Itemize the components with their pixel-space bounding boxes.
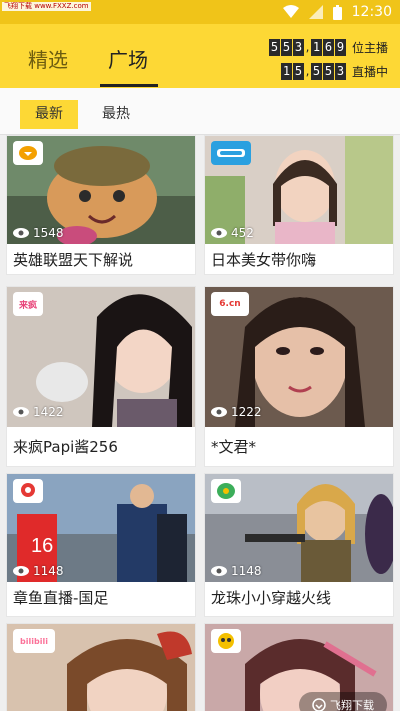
viewer-count: 1222 xyxy=(211,405,262,419)
streamer-count: 553,169 位主播 xyxy=(268,38,388,56)
platform-logo-icon xyxy=(19,146,37,160)
live-count-label: 直播中 xyxy=(351,64,388,79)
viewer-count-value: 1148 xyxy=(33,564,64,578)
platform-logo xyxy=(211,479,241,503)
viewer-count-value: 1148 xyxy=(231,564,262,578)
counter-digit: 3 xyxy=(292,38,304,56)
download-site-logo-icon xyxy=(312,698,326,711)
viewer-count-value: 1222 xyxy=(231,405,262,419)
viewer-count: 1148 xyxy=(13,564,64,578)
viewers-icon xyxy=(211,228,227,238)
signal-icon xyxy=(308,5,323,19)
platform-logo xyxy=(13,479,43,503)
tab-featured[interactable]: 精选 xyxy=(28,44,68,73)
room-title: *文君* xyxy=(211,438,257,456)
counter-digit: 5 xyxy=(268,38,280,56)
svg-text:16: 16 xyxy=(31,535,53,557)
room-title: 来疯Papi酱256 xyxy=(13,438,118,456)
top-header: 精选 广场 553,169 位主播 15,553 直播中 xyxy=(0,24,400,88)
viewers-icon xyxy=(13,228,29,238)
room-title: 英雄联盟天下解说 xyxy=(13,251,134,269)
site-watermark: 飞翔下载 xyxy=(299,692,387,711)
counter-digit: 9 xyxy=(334,38,346,56)
viewer-count-value: 452 xyxy=(231,226,254,240)
status-bar: 飞翔下载 www.FXXZ.com 12:30 xyxy=(0,0,400,24)
room-title: 章鱼直播-国足 xyxy=(13,589,109,607)
live-room-card[interactable]: 16 1148 章鱼直播-国足 xyxy=(6,473,196,617)
viewers-icon xyxy=(211,566,227,576)
viewers-icon xyxy=(13,566,29,576)
counter-digit: 6 xyxy=(322,38,334,56)
counter-digit: 3 xyxy=(334,62,346,80)
viewer-count-value: 1422 xyxy=(33,405,64,419)
battery-icon xyxy=(332,4,342,20)
platform-logo xyxy=(211,629,241,653)
active-tab-indicator xyxy=(100,84,158,87)
clock: 12:30 xyxy=(351,4,392,20)
platform-logo: 6.cn xyxy=(211,292,249,316)
viewer-count: 1548 xyxy=(13,226,64,240)
live-room-grid: 1548 英雄联盟天下解说 452 日本美女带你嗨 来疯 1422 来疯Papi… xyxy=(0,135,400,711)
panda-icon xyxy=(218,633,234,649)
live-room-card[interactable]: 6.cn 1222 *文君* xyxy=(204,286,394,467)
wifi-icon xyxy=(282,5,299,18)
viewer-count: 452 xyxy=(211,226,254,240)
platform-logo: bilibili xyxy=(13,629,55,653)
filter-newest-button[interactable]: 最新 xyxy=(20,100,78,129)
viewer-count: 1148 xyxy=(211,564,262,578)
live-count: 15,553 直播中 xyxy=(280,62,388,80)
dragon-ball-icon xyxy=(217,483,235,499)
platform-logo xyxy=(13,141,43,165)
tab-plaza[interactable]: 广场 xyxy=(108,44,148,73)
viewers-icon xyxy=(13,407,29,417)
room-title: 日本美女带你嗨 xyxy=(211,251,317,269)
counter-digit: 5 xyxy=(280,38,292,56)
counter-digit: 1 xyxy=(310,38,322,56)
octopus-icon xyxy=(21,483,35,497)
counter-digit: 1 xyxy=(280,62,292,80)
watermark-text: 飞翔下载 www.FXXZ.com xyxy=(2,2,91,11)
live-room-card[interactable]: 来疯 1422 来疯Papi酱256 xyxy=(6,286,196,467)
filter-hottest-button[interactable]: 最热 xyxy=(92,100,140,129)
live-room-card[interactable]: 飞翔下载 xyxy=(204,623,394,711)
platform-logo-icon xyxy=(217,149,245,157)
platform-logo: 来疯 xyxy=(13,292,43,316)
room-title: 龙珠小小穿越火线 xyxy=(211,589,332,607)
streamer-count-label: 位主播 xyxy=(351,40,388,55)
viewer-count: 1422 xyxy=(13,405,64,419)
counter-digit: 5 xyxy=(310,62,322,80)
counter-separator: , xyxy=(305,39,310,54)
viewers-icon xyxy=(211,407,227,417)
site-watermark-text: 飞翔下载 xyxy=(330,699,374,711)
platform-logo xyxy=(211,141,251,165)
counter-digit: 5 xyxy=(292,62,304,80)
live-room-card[interactable]: 1148 龙珠小小穿越火线 xyxy=(204,473,394,617)
live-room-card[interactable]: bilibili xyxy=(6,623,196,711)
counter-digit: 5 xyxy=(322,62,334,80)
viewer-count-value: 1548 xyxy=(33,226,64,240)
counter-separator: , xyxy=(305,63,310,78)
live-room-card[interactable]: 1548 英雄联盟天下解说 xyxy=(6,135,196,275)
sort-filter-bar: 最新 最热 xyxy=(0,88,400,135)
live-room-card[interactable]: 452 日本美女带你嗨 xyxy=(204,135,394,275)
